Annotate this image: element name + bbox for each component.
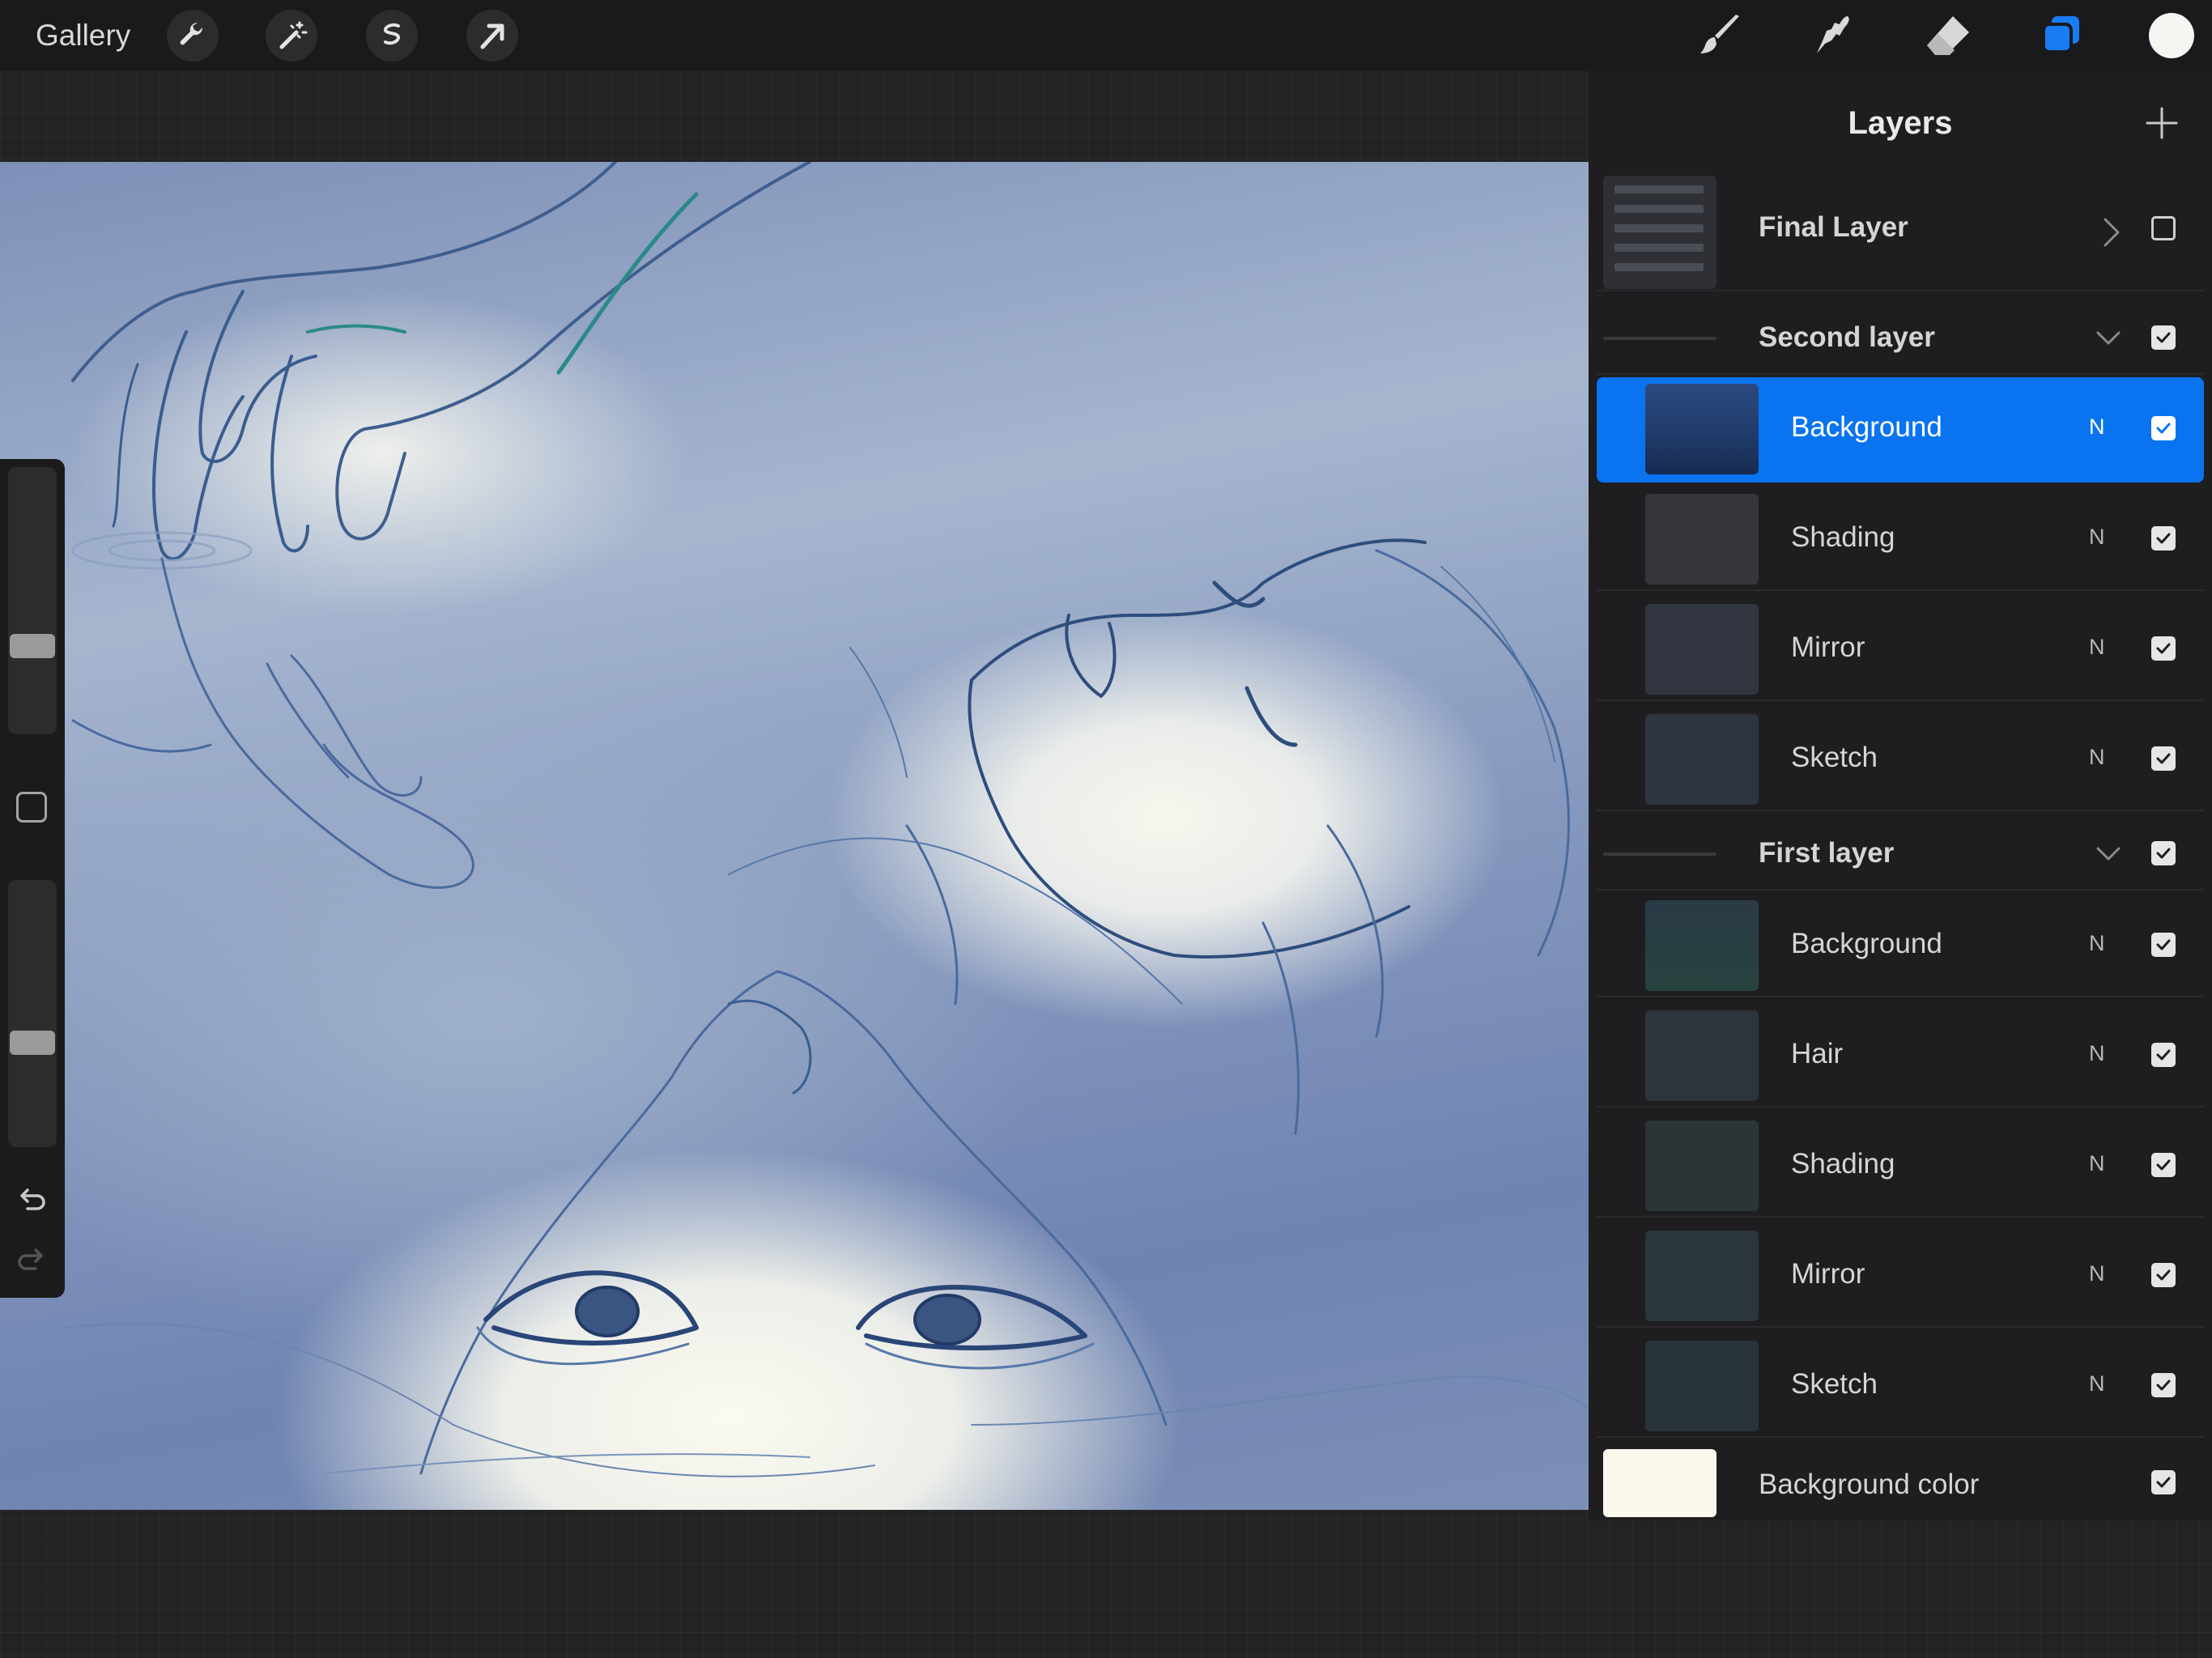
visibility-checkbox[interactable]	[2151, 841, 2176, 865]
visibility-checkbox[interactable]	[2151, 1470, 2176, 1494]
layer-thumbnail	[1645, 1120, 1759, 1211]
add-layer-icon[interactable]	[2144, 105, 2180, 141]
group-name: Final Layer	[1759, 211, 1908, 243]
background-color-swatch[interactable]	[1603, 1449, 1716, 1517]
panel-title: Layers	[1848, 105, 1953, 141]
modify-button[interactable]	[16, 792, 47, 823]
opacity-slider[interactable]	[8, 880, 57, 1147]
blend-mode-button[interactable]: N	[2089, 1261, 2105, 1286]
blend-mode-button[interactable]: N	[2089, 635, 2105, 660]
group-name: First layer	[1759, 837, 1895, 869]
layer-thumbnail	[1645, 604, 1759, 695]
visibility-checkbox[interactable]	[2151, 636, 2176, 661]
undo-icon[interactable]	[15, 1183, 49, 1217]
smudge-icon[interactable]	[1810, 11, 1859, 60]
sketch-artwork	[64, 162, 1589, 1477]
background-color-label: Background color	[1759, 1469, 1980, 1500]
layer-row[interactable]: Sketch N	[1597, 708, 2204, 811]
group-final-layer[interactable]: Final Layer	[1597, 166, 2204, 291]
layer-name: Background	[1791, 928, 1942, 959]
layer-row[interactable]: Shading N	[1597, 1114, 2204, 1218]
eraser-icon[interactable]	[1924, 11, 1972, 60]
layer-name: Shading	[1791, 521, 1895, 553]
color-picker-button[interactable]	[2149, 13, 2194, 58]
layer-row[interactable]: Shading N	[1597, 487, 2204, 591]
visibility-checkbox[interactable]	[2151, 933, 2176, 957]
transform-arrow-icon[interactable]	[466, 10, 518, 62]
visibility-checkbox[interactable]	[2151, 1373, 2176, 1397]
visibility-checkbox[interactable]	[2151, 1153, 2176, 1177]
layer-row[interactable]: Mirror N	[1597, 1224, 2204, 1328]
chevron-right-icon[interactable]	[2099, 216, 2123, 249]
layer-thumbnail	[1645, 494, 1759, 585]
layer-name: Shading	[1791, 1148, 1895, 1180]
blend-mode-button[interactable]: N	[2089, 931, 2105, 956]
visibility-checkbox[interactable]	[2151, 416, 2176, 440]
visibility-checkbox[interactable]	[2151, 216, 2176, 240]
layer-thumbnail	[1645, 900, 1759, 991]
chevron-down-icon[interactable]	[2095, 840, 2121, 866]
layer-thumbnail	[1645, 1341, 1759, 1431]
layer-name: Background	[1791, 411, 1942, 443]
layer-name: Hair	[1791, 1038, 1844, 1069]
layer-thumbnail	[1645, 1231, 1759, 1321]
layer-name: Sketch	[1791, 1368, 1878, 1400]
layer-name: Mirror	[1791, 631, 1865, 663]
blend-mode-button[interactable]: N	[2089, 1371, 2105, 1397]
layers-icon[interactable]	[2037, 11, 2086, 60]
visibility-checkbox[interactable]	[2151, 1043, 2176, 1067]
group-second-layer[interactable]: Second layer	[1597, 300, 2204, 375]
layer-row[interactable]: Hair N	[1597, 1004, 2204, 1107]
wrench-icon[interactable]	[167, 10, 219, 62]
visibility-checkbox[interactable]	[2151, 746, 2176, 771]
layer-row[interactable]: Background N	[1597, 894, 2204, 997]
brush-icon[interactable]	[1697, 11, 1746, 60]
brush-size-handle[interactable]	[10, 634, 55, 658]
chevron-down-icon[interactable]	[2095, 325, 2121, 351]
layer-row[interactable]: Mirror N	[1597, 597, 2204, 701]
visibility-checkbox[interactable]	[2151, 325, 2176, 350]
layer-thumbnail	[1645, 714, 1759, 805]
top-toolbar: Gallery	[0, 0, 2212, 71]
group-first-layer[interactable]: First layer	[1597, 816, 2204, 891]
brush-size-slider[interactable]	[8, 467, 57, 734]
group-thumbnail	[1603, 176, 1716, 289]
layer-row[interactable]: Background N	[1597, 377, 2204, 483]
visibility-checkbox[interactable]	[2151, 526, 2176, 551]
sidebar-rail	[0, 459, 65, 1298]
blend-mode-button[interactable]: N	[2089, 1041, 2105, 1066]
drawing-canvas[interactable]	[0, 162, 1589, 1510]
layers-panel: Layers Final Layer Second layer Backgrou…	[1589, 71, 2212, 1520]
layer-thumbnail	[1645, 384, 1759, 474]
blend-mode-button[interactable]: N	[2089, 745, 2105, 770]
layer-thumbnail	[1645, 1010, 1759, 1101]
selection-icon[interactable]	[366, 10, 418, 62]
blend-mode-button[interactable]: N	[2089, 525, 2105, 550]
group-name: Second layer	[1759, 321, 1935, 353]
visibility-checkbox[interactable]	[2151, 1263, 2176, 1287]
blend-mode-button[interactable]: N	[2089, 414, 2105, 440]
background-color-row[interactable]: Background color	[1597, 1439, 2204, 1520]
redo-icon[interactable]	[15, 1243, 49, 1277]
layer-name: Mirror	[1791, 1258, 1865, 1290]
gallery-button[interactable]: Gallery	[36, 16, 130, 55]
magic-wand-icon[interactable]	[266, 10, 317, 62]
layer-name: Sketch	[1791, 742, 1878, 773]
blend-mode-button[interactable]: N	[2089, 1151, 2105, 1176]
layer-row[interactable]: Sketch N	[1597, 1334, 2204, 1438]
opacity-handle[interactable]	[10, 1031, 55, 1055]
